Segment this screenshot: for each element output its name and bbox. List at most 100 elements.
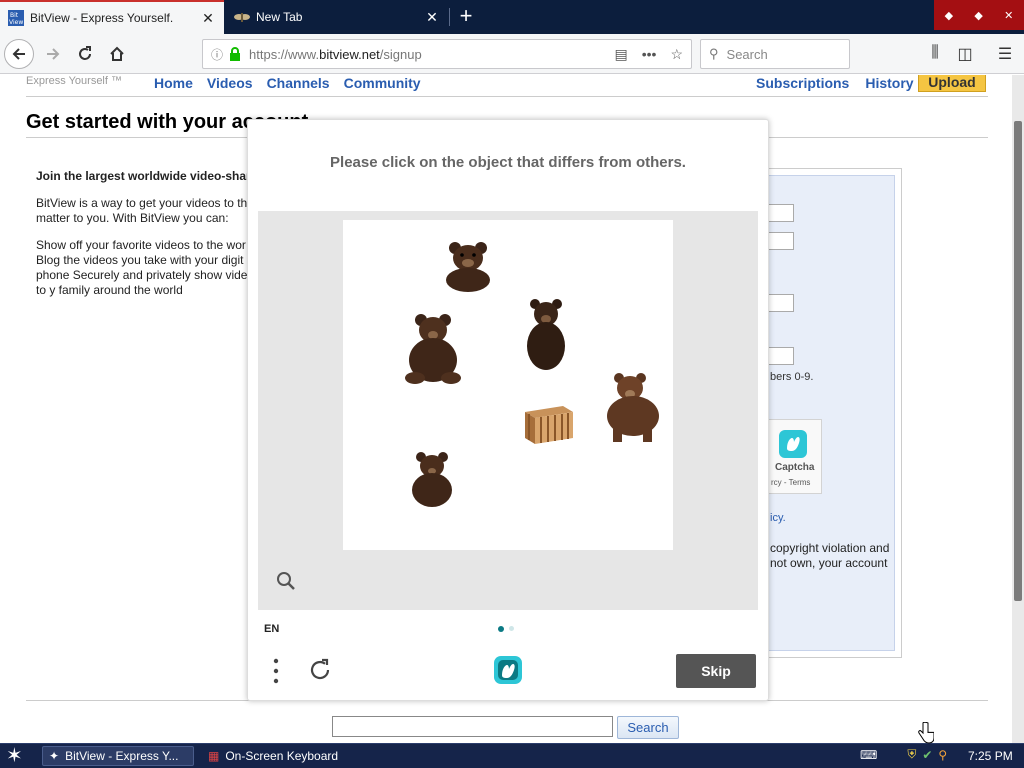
bear-object[interactable] xyxy=(405,450,459,510)
keyboard-tray-icon[interactable]: ⌨ xyxy=(860,748,877,762)
intro-features: Show off your favorite videos to the wor… xyxy=(36,238,261,297)
home-icon xyxy=(110,46,124,61)
search-tray-icon[interactable]: ⚲ xyxy=(938,748,947,762)
page-dot xyxy=(509,626,514,631)
reader-view-icon[interactable]: ▤ xyxy=(614,46,627,63)
copyright-notice: copyright violation and not own, your ac… xyxy=(770,541,890,570)
confirm-field[interactable] xyxy=(768,347,794,365)
reload-icon xyxy=(79,46,91,60)
close-tab-icon[interactable]: ✕ xyxy=(200,10,216,27)
bear-object[interactable] xyxy=(521,296,571,372)
maximize-icon[interactable]: ◆ xyxy=(974,9,982,22)
shield-tray-icon[interactable]: ⛨ xyxy=(907,747,916,762)
back-arrow-icon xyxy=(12,48,25,60)
form-hint: bers 0-9. xyxy=(770,371,814,383)
taskbar-clock: 7:25 PM xyxy=(968,749,1013,763)
password-field[interactable] xyxy=(768,294,794,312)
search-placeholder: Search xyxy=(726,46,768,62)
hcaptcha-logo-icon xyxy=(779,430,807,458)
skip-button[interactable]: Skip xyxy=(676,654,756,688)
tab-title: BitView - Express Yourself. xyxy=(30,11,174,25)
captcha-terms[interactable]: rcy - Terms xyxy=(771,478,810,487)
nav-home-link[interactable]: Home xyxy=(154,75,193,91)
page-scrollbar[interactable] xyxy=(1012,75,1024,743)
os-taskbar: ✶ ✦ BitView - Express Y... ▦ On-Screen K… xyxy=(0,743,1024,768)
forward-button[interactable] xyxy=(38,39,68,69)
language-selector[interactable]: EN xyxy=(264,623,279,635)
sidebar-icon[interactable]: ◫ xyxy=(954,44,976,66)
navigation-toolbar: ⓘ https://www.bitview.net/signup ▤ ••• ☆… xyxy=(0,34,1024,74)
nav-divider xyxy=(26,96,988,97)
hcaptcha-logo-icon xyxy=(494,656,522,684)
page-dot-active xyxy=(498,626,504,632)
url-text: https://www.bitview.net/signup xyxy=(249,47,600,62)
more-options-icon[interactable] xyxy=(272,657,280,685)
minimize-icon[interactable]: ◆ xyxy=(945,9,953,22)
new-tab-button[interactable]: + xyxy=(452,4,480,30)
nav-community-link[interactable]: Community xyxy=(344,75,421,91)
captcha-widget[interactable]: Captcha rcy - Terms xyxy=(766,419,822,494)
taskbar-item-browser[interactable]: ✦ BitView - Express Y... xyxy=(42,746,194,766)
scrollbar-thumb[interactable] xyxy=(1014,121,1022,601)
nav-videos-link[interactable]: Videos xyxy=(207,75,253,91)
captcha-prompt: Please click on the object that differs … xyxy=(330,154,686,171)
url-domain: bitview.net xyxy=(319,46,380,62)
network-tray-icon[interactable]: ✔ xyxy=(922,748,932,762)
intro-paragraph: BitView is a way to get your videos to t… xyxy=(36,196,248,225)
tab-title: New Tab xyxy=(256,10,303,24)
taskbar-item-keyboard[interactable]: ▦ On-Screen Keyboard xyxy=(202,746,352,766)
footer-search-input[interactable] xyxy=(332,716,613,737)
url-scheme: https://www. xyxy=(249,46,320,62)
intro-section: Join the largest worldwide video-shar Bi… xyxy=(36,169,266,310)
keyboard-task-icon: ▦ xyxy=(208,749,220,763)
nav-channels-link[interactable]: Channels xyxy=(267,75,330,91)
footer-search-button[interactable]: Search xyxy=(617,716,679,739)
bear-object[interactable] xyxy=(603,370,661,444)
intro-heading: Join the largest worldwide video-shar xyxy=(36,169,251,183)
upload-button[interactable]: Upload xyxy=(918,75,986,92)
captcha-label: Captcha xyxy=(775,462,815,473)
captcha-challenge-dialog: Please click on the object that differs … xyxy=(247,119,769,701)
email-field[interactable] xyxy=(768,232,794,250)
info-icon[interactable]: ⓘ xyxy=(211,46,223,63)
url-bar[interactable]: ⓘ https://www.bitview.net/signup ▤ ••• ☆ xyxy=(202,39,692,69)
wooden-crate-object[interactable] xyxy=(523,402,575,446)
search-input[interactable]: ⚲ Search xyxy=(700,39,850,69)
library-icon[interactable]: ⫼ xyxy=(924,44,946,66)
taskbar-item-label: BitView - Express Y... xyxy=(65,749,179,763)
username-field[interactable] xyxy=(768,204,794,222)
tab-new-tab[interactable]: New Tab ✕ xyxy=(226,0,450,34)
home-button[interactable] xyxy=(102,39,132,69)
refresh-challenge-icon[interactable] xyxy=(308,658,332,682)
bear-object[interactable] xyxy=(441,238,495,292)
back-button[interactable] xyxy=(4,39,34,69)
window-controls: ◆ ◆ ✕ xyxy=(934,0,1024,30)
menu-hamburger-icon[interactable]: ☰ xyxy=(994,44,1016,66)
tab-bitview[interactable]: Bit View BitView - Express Yourself. ✕ xyxy=(0,0,224,34)
nav-subscriptions-link[interactable]: Subscriptions xyxy=(756,75,849,91)
page-actions-icon[interactable]: ••• xyxy=(642,46,657,62)
challenge-area xyxy=(258,211,758,610)
zoom-icon[interactable] xyxy=(276,571,296,591)
policy-link[interactable]: icy. xyxy=(770,512,786,524)
bear-object[interactable] xyxy=(401,312,467,386)
reload-button[interactable] xyxy=(70,39,100,69)
lock-icon xyxy=(230,47,241,61)
search-icon: ⚲ xyxy=(709,46,719,61)
system-tray: ⌨ ⛨ ✔ ⚲ xyxy=(860,747,947,762)
start-menu-icon[interactable]: ✶ xyxy=(6,746,23,766)
bitview-favicon-icon: Bit View xyxy=(8,10,24,26)
svg-text:View: View xyxy=(9,19,23,26)
nav-history-link[interactable]: History xyxy=(865,75,913,91)
tab-strip: Bit View BitView - Express Yourself. ✕ N… xyxy=(0,0,1024,34)
close-window-icon[interactable]: ✕ xyxy=(1004,9,1013,22)
bookmark-star-icon[interactable]: ☆ xyxy=(670,46,683,63)
browser-task-icon: ✦ xyxy=(49,749,60,763)
forward-arrow-icon xyxy=(47,48,60,60)
challenge-image[interactable] xyxy=(343,220,673,550)
taskbar-item-label: On-Screen Keyboard xyxy=(225,749,339,763)
svg-text:Bit: Bit xyxy=(10,12,19,19)
close-tab-icon[interactable]: ✕ xyxy=(424,9,440,26)
site-tagline: Express Yourself ™ xyxy=(26,75,122,87)
hand-cursor-icon xyxy=(918,722,934,744)
